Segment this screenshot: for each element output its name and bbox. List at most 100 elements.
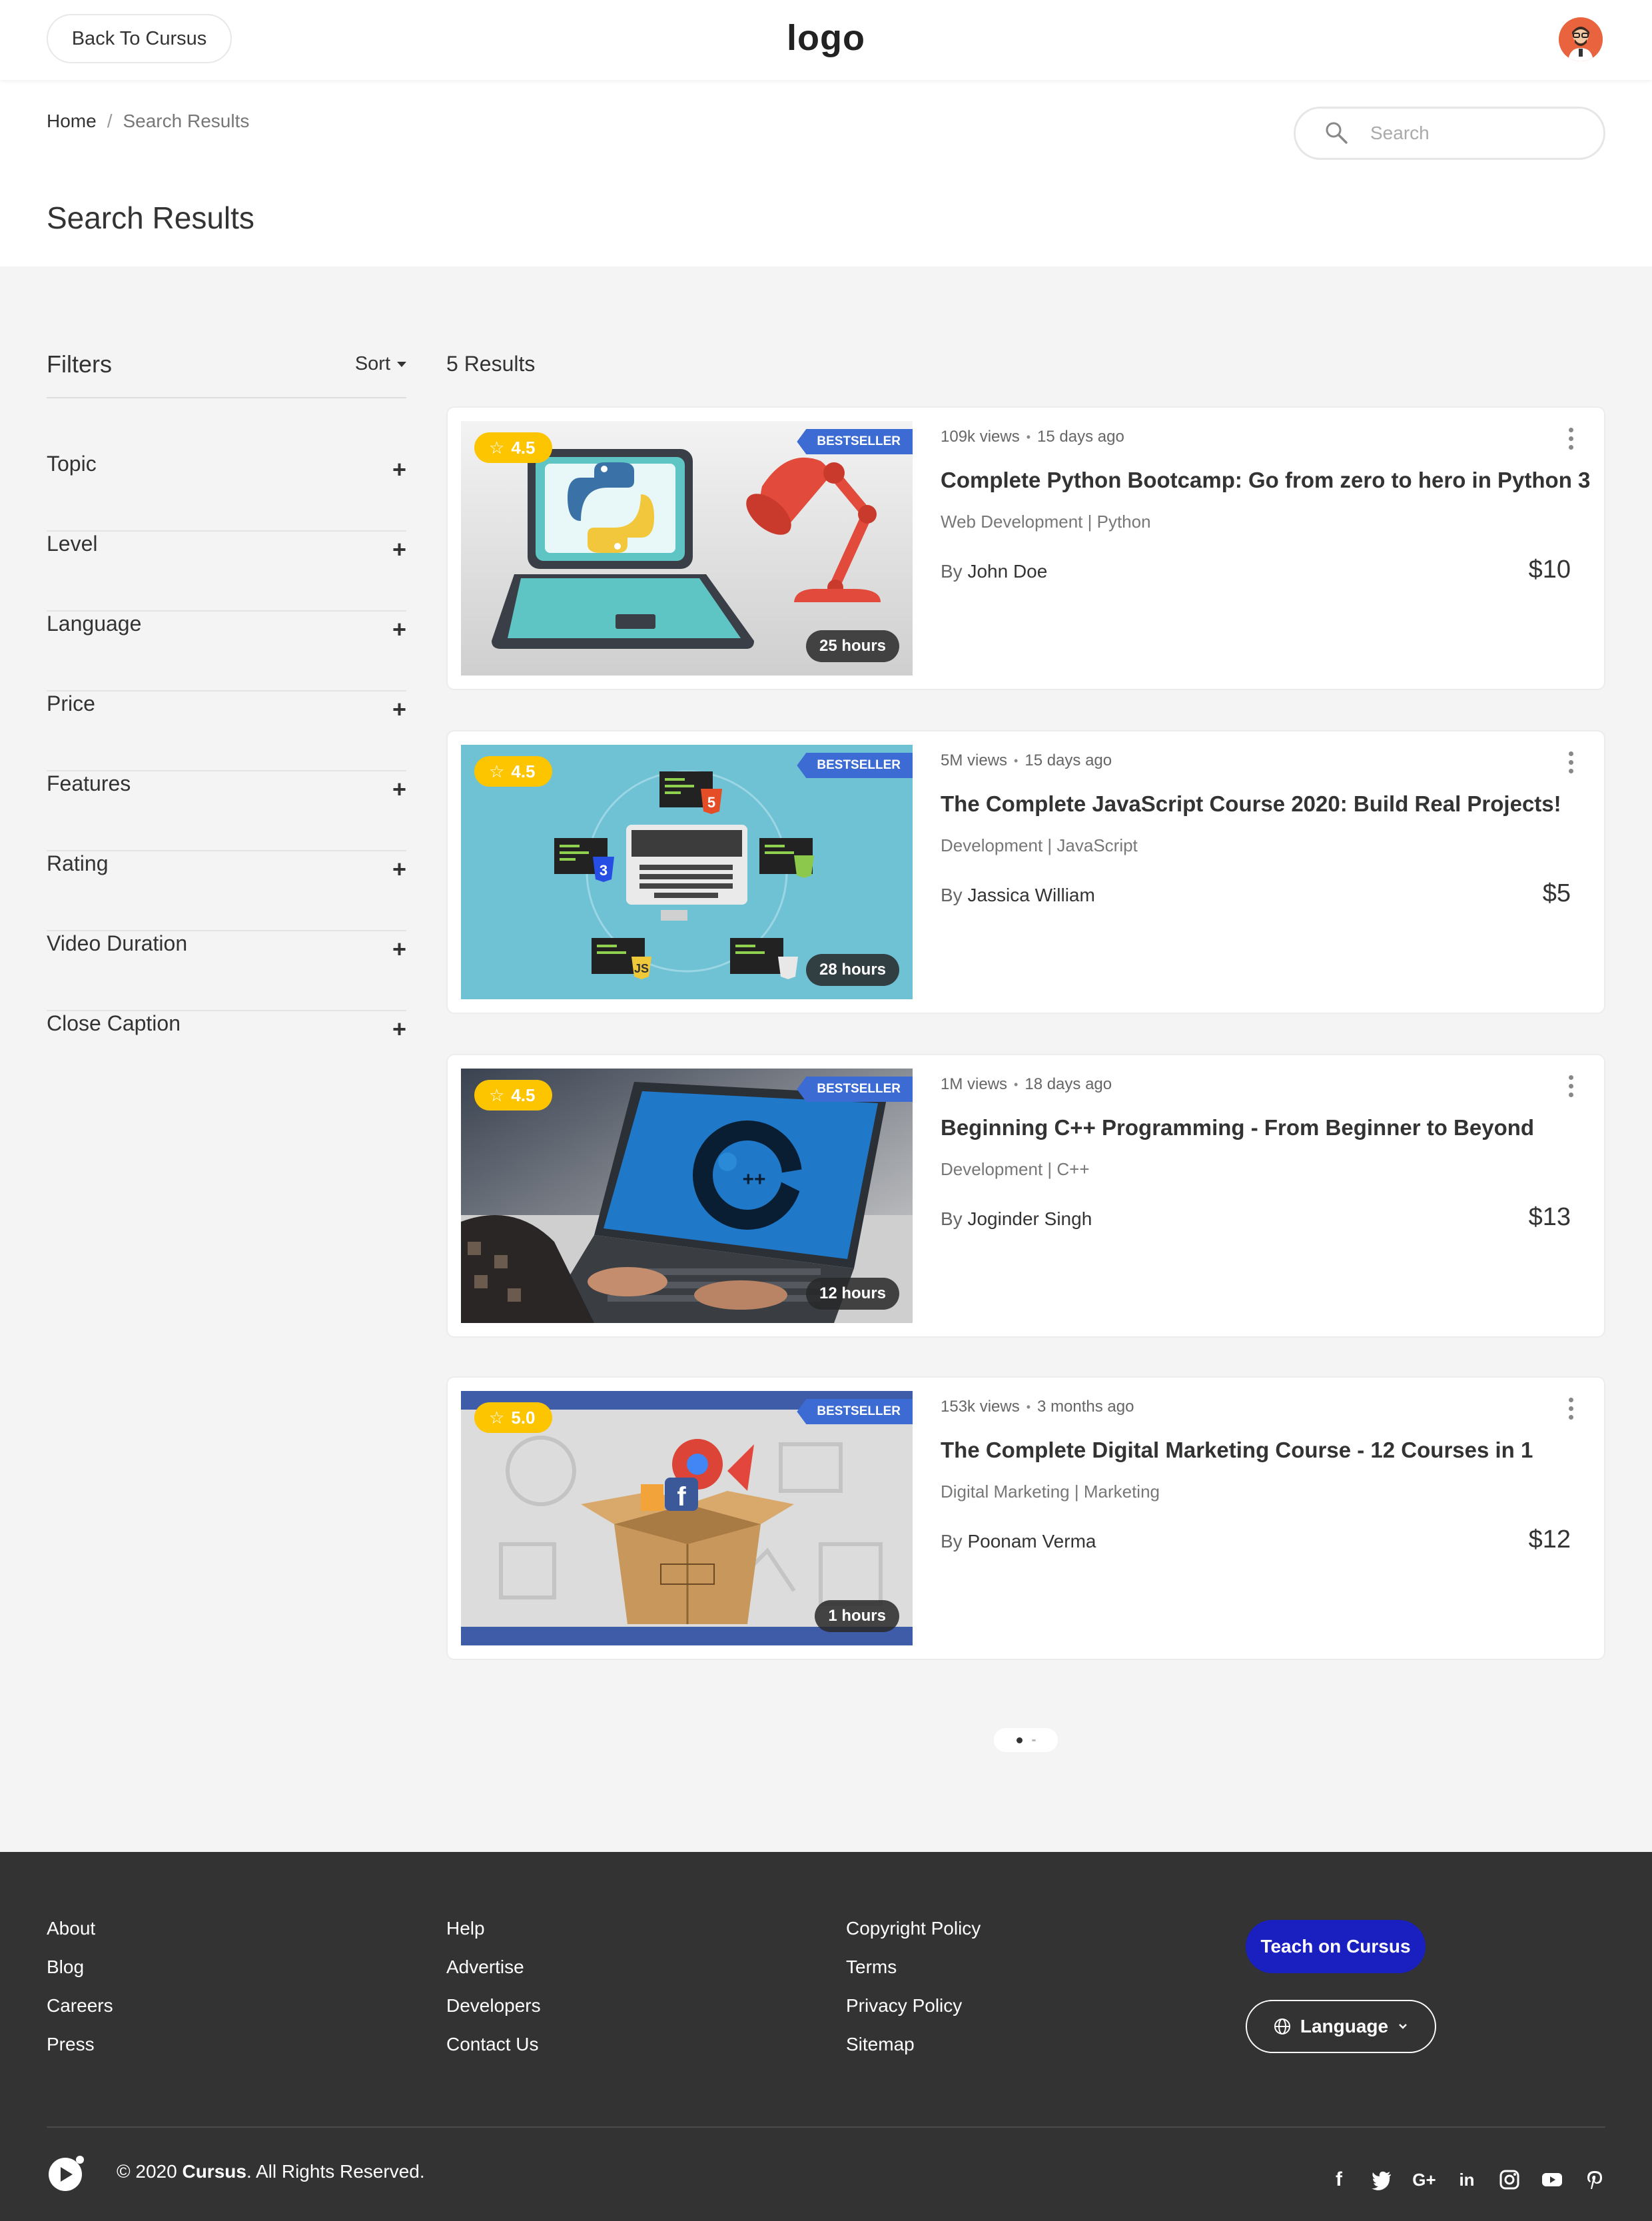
course-category[interactable]: Digital Marketing | Marketing [941,1482,1160,1502]
meta-separator: • [1014,1077,1019,1091]
author-prefix: By [941,1531,963,1552]
teach-on-cursus-button[interactable]: Teach on Cursus [1246,1920,1426,1973]
filter-language[interactable]: Language + [47,612,406,691]
search-icon [1326,122,1348,144]
bestseller-badge: BESTSELLER [797,753,913,778]
footer-link[interactable]: Sitemap [846,2034,981,2054]
filter-price[interactable]: Price + [47,691,406,771]
course-card[interactable]: ++ ☆ 4.5 BESTSELLER 12 hours 1M views • … [446,1054,1605,1338]
search-bar[interactable] [1294,107,1605,160]
svg-text:++: ++ [742,1168,765,1190]
rating-value: 5.0 [511,1407,536,1428]
duration-badge: 25 hours [805,630,899,662]
more-options-icon[interactable] [1567,751,1575,773]
results-count: 5 Results [446,352,536,376]
svg-text:3: 3 [600,862,608,879]
page-dot-active[interactable] [1016,1737,1023,1743]
course-price: $12 [1528,1526,1571,1554]
filter-level[interactable]: Level + [47,532,406,612]
twitter-icon[interactable] [1371,2169,1392,2190]
rating-value: 4.5 [511,437,536,458]
plus-icon[interactable]: + [392,456,406,484]
footer-link[interactable]: Developers [446,1996,541,2016]
course-category[interactable]: Development | JavaScript [941,835,1138,856]
plus-icon[interactable]: + [392,695,406,723]
course-title[interactable]: The Complete JavaScript Course 2020: Bui… [941,791,1561,817]
footer-link[interactable]: Terms [846,1957,981,1977]
course-title[interactable]: Beginning C++ Programming - From Beginne… [941,1115,1534,1140]
course-price: $10 [1528,556,1571,584]
search-input[interactable] [1370,123,1583,144]
author-name[interactable]: Jassica William [967,885,1094,905]
author-name[interactable]: John Doe [967,561,1047,582]
google-plus-icon[interactable]: G+ [1412,2169,1436,2190]
filter-topic[interactable]: Topic + [47,452,406,532]
plus-icon[interactable]: + [392,855,406,883]
youtube-icon[interactable] [1541,2169,1563,2190]
course-thumbnail[interactable]: 5 3 JS ☆ 4.5 BESTSELLER 28 hours [461,745,913,999]
course-author: By Jassica William [941,885,1095,906]
rating-value: 4.5 [511,761,536,781]
facebook-icon[interactable]: f [1328,2168,1350,2190]
course-author: By Joginder Singh [941,1208,1092,1230]
plus-icon[interactable]: + [392,616,406,644]
logo[interactable]: logo [0,17,1652,59]
course-thumbnail[interactable]: ++ ☆ 4.5 BESTSELLER 12 hours [461,1069,913,1323]
star-icon: ☆ [489,1085,505,1105]
plus-icon[interactable]: + [392,775,406,803]
footer-link[interactable]: Advertise [446,1957,541,1977]
plus-icon[interactable]: + [392,1015,406,1043]
footer-link[interactable]: Privacy Policy [846,1996,981,2016]
page-dot[interactable] [1031,1739,1036,1741]
more-options-icon[interactable] [1567,1398,1575,1420]
rating-badge: ☆ 4.5 [474,1080,553,1110]
pagination [994,1728,1058,1752]
meta-separator: • [1026,1400,1031,1414]
footer-link[interactable]: Help [446,1919,541,1939]
views-count: 5M views [941,751,1008,769]
bestseller-badge: BESTSELLER [797,1399,913,1424]
plus-icon[interactable]: + [392,935,406,963]
plus-icon[interactable]: + [392,536,406,564]
sort-dropdown[interactable]: Sort [355,353,406,375]
course-thumbnail[interactable]: ☆ 4.5 BESTSELLER 25 hours [461,421,913,675]
meta-separator: • [1014,753,1019,767]
author-name[interactable]: Poonam Verma [967,1531,1096,1552]
copyright-text: © 2020 Cursus. All Rights Reserved. [117,2161,425,2182]
footer-column-support: Help Advertise Developers Contact Us [446,1919,541,2054]
course-card[interactable]: ☆ 4.5 BESTSELLER 25 hours 109k views • 1… [446,406,1605,690]
more-options-icon[interactable] [1567,428,1575,450]
filter-rating[interactable]: Rating + [47,851,406,931]
brand-name[interactable]: Cursus [182,2161,246,2182]
footer-link[interactable]: Blog [47,1957,113,1977]
linkedin-icon[interactable]: in [1456,2169,1477,2190]
course-thumbnail[interactable]: f ☆ 5.0 BESTSELLER 1 hours [461,1391,913,1645]
footer-link[interactable]: Contact Us [446,2034,541,2054]
footer-link[interactable]: Press [47,2034,113,2054]
course-title[interactable]: Complete Python Bootcamp: Go from zero t… [941,468,1590,493]
instagram-icon[interactable] [1499,2169,1520,2190]
footer-link[interactable]: Careers [47,1996,113,2016]
breadcrumb-home-link[interactable]: Home [47,111,97,132]
footer-link[interactable]: About [47,1919,113,1939]
course-card[interactable]: 5 3 JS ☆ 4.5 BESTSELLER 28 hours 5M view… [446,730,1605,1014]
course-card[interactable]: f ☆ 5.0 BESTSELLER 1 hours 153k views • … [446,1376,1605,1660]
chevron-down-icon [1399,2024,1407,2029]
cursus-logo-icon[interactable] [47,2153,87,2193]
avatar[interactable] [1559,17,1603,61]
filter-close-caption[interactable]: Close Caption + [47,1011,406,1091]
filter-video-duration[interactable]: Video Duration + [47,931,406,1011]
views-count: 1M views [941,1075,1008,1093]
more-options-icon[interactable] [1567,1075,1575,1097]
pinterest-icon[interactable] [1584,2169,1605,2190]
course-category[interactable]: Web Development | Python [941,512,1151,532]
breadcrumb: Home / Search Results [47,111,249,132]
course-category[interactable]: Development | C++ [941,1159,1090,1180]
filter-label: Close Caption [47,1011,181,1035]
course-title[interactable]: The Complete Digital Marketing Course - … [941,1438,1533,1463]
footer-link[interactable]: Copyright Policy [846,1919,981,1939]
author-name[interactable]: Joginder Singh [967,1208,1092,1229]
language-dropdown[interactable]: Language [1246,2000,1436,2053]
filter-features[interactable]: Features + [47,771,406,851]
course-meta: 5M views • 15 days ago [941,751,1112,770]
